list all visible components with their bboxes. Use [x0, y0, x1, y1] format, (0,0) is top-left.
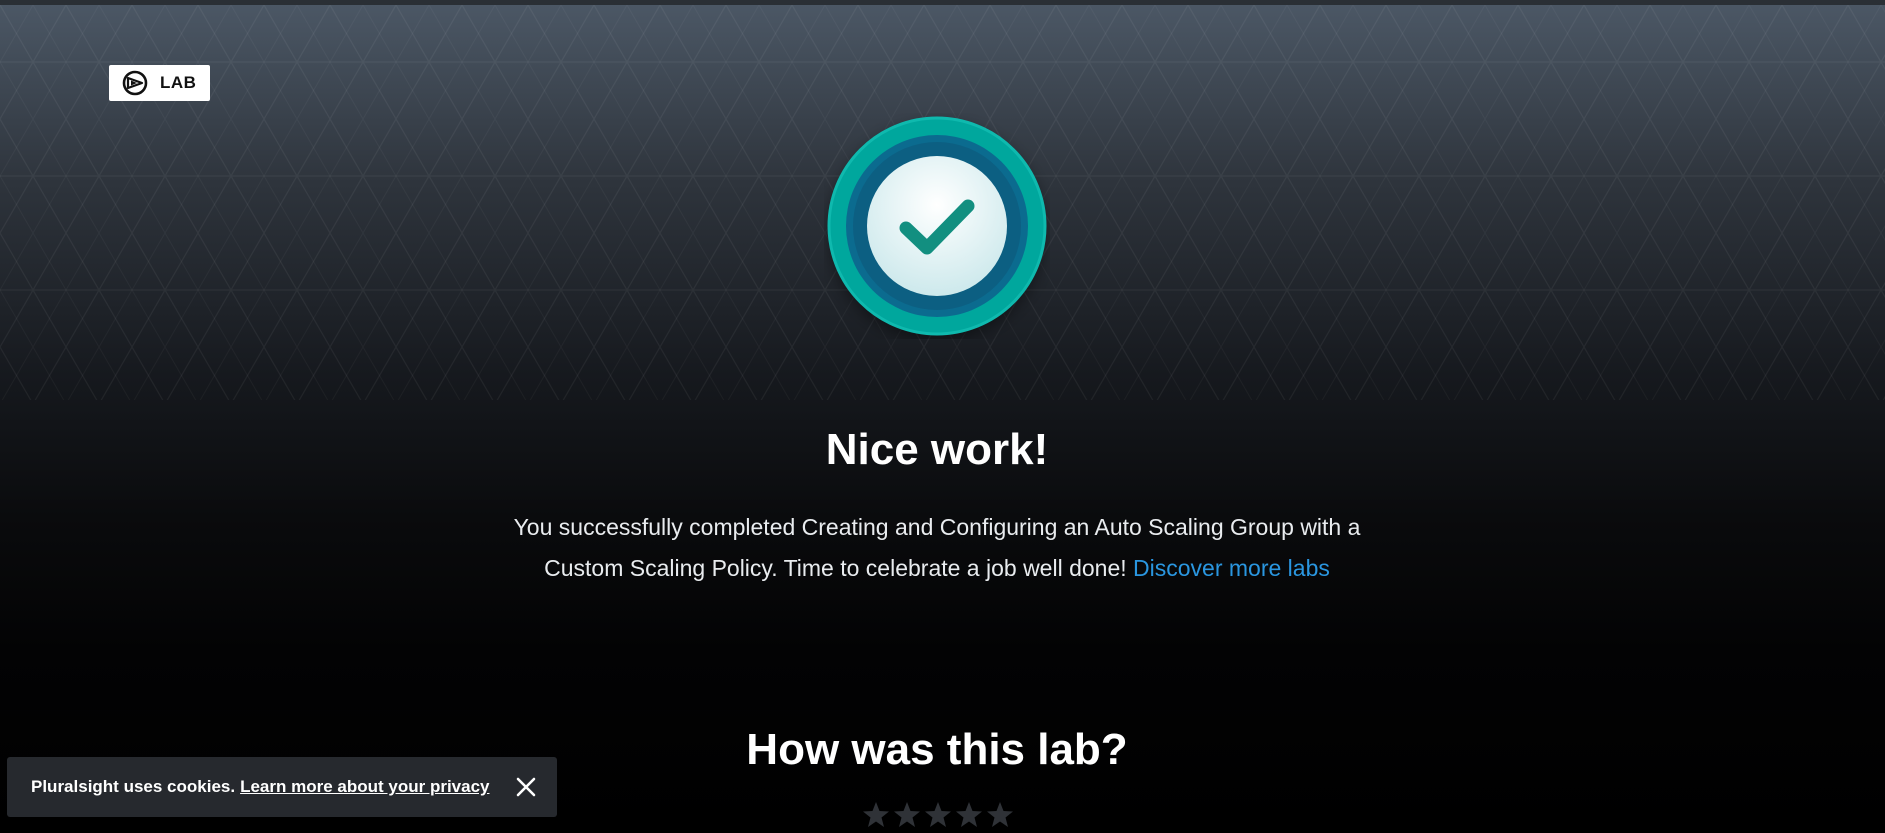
lab-completion-page: LAB Nice work! You successfully complete…	[0, 0, 1885, 833]
checkmark-medal-icon	[824, 113, 1050, 339]
completion-title: Nice work!	[825, 425, 1049, 474]
star-rating[interactable]	[862, 800, 1014, 833]
discover-more-labs-link[interactable]: Discover more labs	[1133, 555, 1330, 581]
star-icon[interactable]	[862, 800, 890, 830]
pluralsight-logo-icon	[122, 70, 148, 96]
star-icon[interactable]	[955, 800, 983, 830]
cookie-banner-text: Pluralsight uses cookies.	[31, 777, 236, 796]
lab-badge: LAB	[109, 65, 210, 101]
star-icon[interactable]	[893, 800, 921, 830]
close-icon[interactable]	[515, 776, 537, 798]
star-icon[interactable]	[986, 800, 1014, 830]
lab-badge-label: LAB	[160, 73, 197, 92]
privacy-link[interactable]: Learn more about your privacy	[240, 777, 489, 797]
cookie-banner: Pluralsight uses cookies. Learn more abo…	[7, 757, 557, 817]
completion-message: You successfully completed Creating and …	[512, 507, 1362, 589]
star-icon[interactable]	[924, 800, 952, 830]
